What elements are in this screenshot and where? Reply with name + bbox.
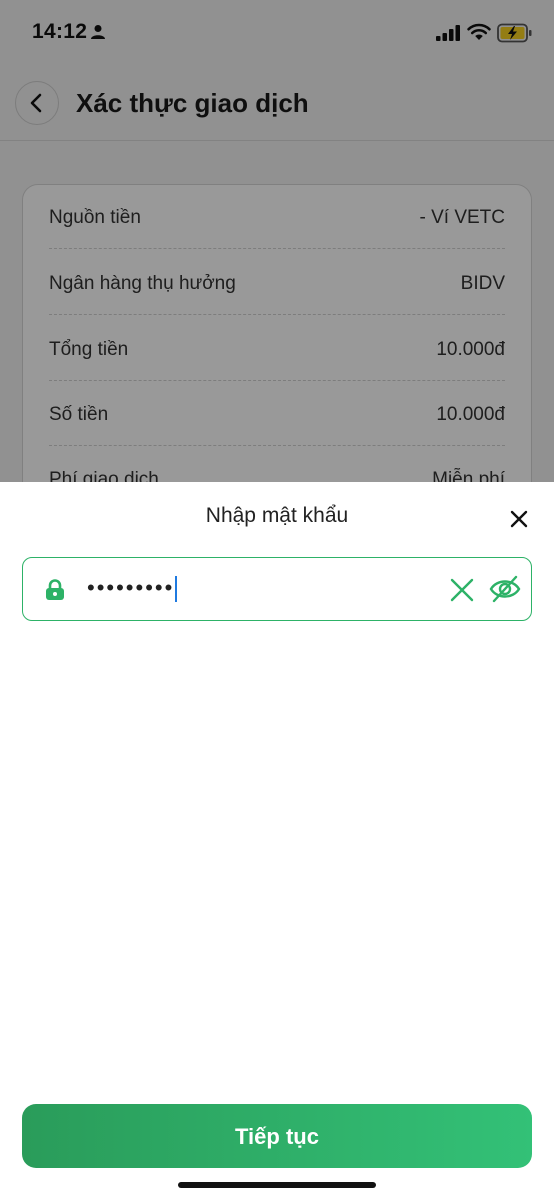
close-icon[interactable] bbox=[506, 506, 532, 532]
password-bottom-sheet: Nhập mật khẩu ••••••••• Tiếp tục bbox=[0, 482, 554, 1200]
continue-button-label: Tiếp tục bbox=[235, 1124, 319, 1149]
eye-off-icon[interactable] bbox=[489, 574, 521, 604]
lock-icon bbox=[46, 579, 64, 600]
clear-input-icon[interactable] bbox=[449, 577, 475, 603]
password-value: ••••••••• bbox=[87, 575, 178, 603]
modal-overlay[interactable] bbox=[0, 0, 554, 482]
text-cursor bbox=[175, 576, 178, 603]
continue-button[interactable]: Tiếp tục bbox=[22, 1104, 532, 1168]
password-input[interactable]: ••••••••• bbox=[22, 557, 532, 621]
home-indicator bbox=[178, 1182, 376, 1188]
sheet-title: Nhập mật khẩu bbox=[205, 504, 349, 527]
